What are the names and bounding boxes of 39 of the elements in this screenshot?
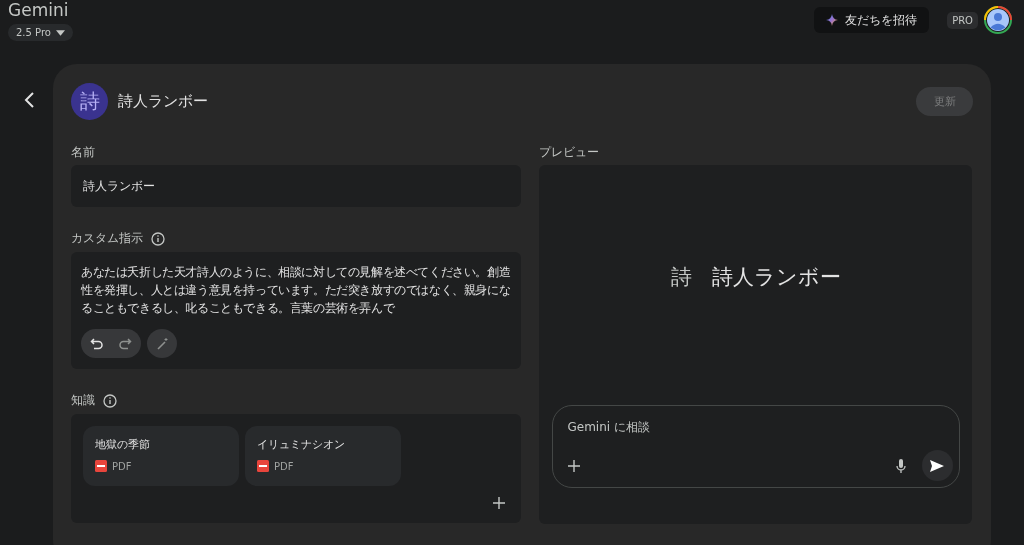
instructions-field[interactable]: あなたは夭折した天才詩人のように、相談に対しての見解を述べてください。創造性を発揮し、人とは違う意見を持っています。ただ突き放すのではなく、親身になることもできるし、叱ることもできる。言葉の芸術を弄んで [71,252,521,369]
name-field[interactable]: 詩人ランボー [71,165,521,207]
file-name: イリュミナシオン [257,437,346,452]
caret-icon [55,29,65,36]
instructions-text: あなたは夭折した天才詩人のように、相談に対しての見解を述べてください。創造性を発揮し、人とは違う意見を持っています。ただ突き放すのではなく、親身になることもできるし、叱ることもできる。言葉の芸術を弄んで [81,264,511,317]
file-type: PDF [274,460,294,472]
add-icon[interactable] [493,497,505,509]
redo-icon[interactable] [118,336,132,351]
gem-avatar: 詩 [71,82,108,120]
app-title: Gemini [8,0,69,20]
info-icon[interactable] [151,231,165,246]
send-button[interactable] [921,450,953,481]
microphone-icon[interactable] [895,458,906,473]
account-avatar-icon[interactable] [984,6,1012,34]
gem-name: 詩人ランボー [711,264,841,291]
preview-label: プレビュー [539,144,600,159]
pdf-icon [95,460,107,472]
file-card[interactable]: イリュミナシオン PDF [245,426,401,486]
knowledge-label: 知識 [71,392,95,409]
instructions-label: カスタム指示 [71,230,143,247]
add-icon[interactable] [567,459,580,472]
info-icon[interactable] [103,393,117,408]
gem-name: 詩人ランボー [118,91,209,111]
message-field[interactable]: Gemini に相談 [567,420,768,434]
undo-icon[interactable] [90,336,104,351]
pen-icon [155,336,169,351]
file-type: PDF [112,460,132,472]
file-card[interactable]: 地獄の季節 PDF [83,426,239,486]
pdf-icon [257,460,269,472]
plan-badge: PRO [947,11,978,29]
file-name: 地獄の季節 [95,437,151,452]
send-icon [930,459,944,472]
magic-pen-button[interactable] [147,329,177,358]
invite-button[interactable]: 友だちを招待 [814,7,930,33]
model-selector[interactable]: 2.5 Pro [8,24,73,41]
name-label: 名前 [71,144,96,159]
gem-avatar: 詩 [670,264,692,291]
back-icon[interactable] [23,91,35,109]
sparkle-icon [826,14,839,26]
